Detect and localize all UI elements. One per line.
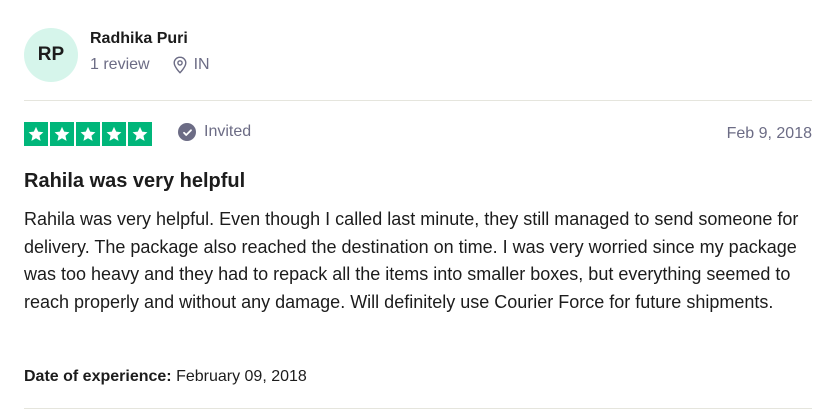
divider xyxy=(24,408,812,409)
reviewer-name[interactable]: Radhika Puri xyxy=(90,30,188,48)
star-icon xyxy=(76,122,100,146)
star-icon xyxy=(50,122,74,146)
reviewer-header: RP Radhika Puri 1 review IN xyxy=(24,28,812,82)
star-icon xyxy=(24,122,48,146)
invited-label: Invited xyxy=(204,123,252,140)
divider xyxy=(24,100,812,101)
star-icon xyxy=(128,122,152,146)
reviewer-meta: 1 review IN xyxy=(90,56,210,74)
invited-badge[interactable]: Invited xyxy=(178,123,251,141)
experience-date: February 09, 2018 xyxy=(176,368,307,385)
rating-row: Invited Feb 9, 2018 xyxy=(24,122,812,146)
date-of-experience: Date of experience: February 09, 2018 xyxy=(24,368,307,386)
check-circle-icon xyxy=(178,123,196,141)
review-text: Rahila was very helpful. Even though I c… xyxy=(24,209,799,312)
review-card: RP Radhika Puri 1 review IN Invited Feb … xyxy=(24,0,812,416)
review-count: 1 review xyxy=(90,56,150,73)
star-rating xyxy=(24,122,152,146)
experience-label: Date of experience: xyxy=(24,368,177,385)
review-title[interactable]: Rahila was very helpful xyxy=(24,170,245,193)
location-pin-icon xyxy=(173,56,187,74)
review-date: Feb 9, 2018 xyxy=(726,125,812,142)
reviewer-location: IN xyxy=(193,56,210,73)
avatar[interactable]: RP xyxy=(24,28,78,82)
star-icon xyxy=(102,122,126,146)
